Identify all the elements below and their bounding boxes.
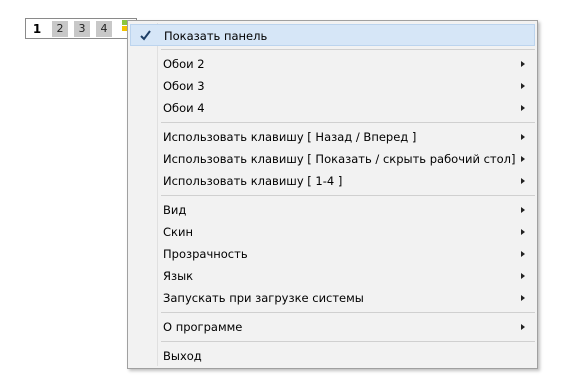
menu-item-transparency[interactable]: Прозрачность bbox=[130, 243, 535, 265]
menu-item-key-show-hide-desktop[interactable]: Использовать клавишу [ Показать / скрыть… bbox=[130, 148, 535, 170]
menu-item-run-at-startup[interactable]: Запускать при загрузке системы bbox=[130, 287, 535, 309]
menu-separator bbox=[161, 312, 535, 313]
menu-item-label: О программе bbox=[163, 320, 243, 334]
menu-item-label: Запускать при загрузке системы bbox=[163, 291, 364, 305]
desktop-switcher-bar: 1 2 3 4 bbox=[25, 18, 137, 39]
desktop-1-button[interactable]: 1 bbox=[29, 21, 45, 37]
menu-item-label: Показать панель bbox=[164, 29, 268, 43]
menu-item-label: Обои 2 bbox=[163, 57, 205, 71]
menu-item-key-back-forward[interactable]: Использовать клавишу [ Назад / Вперед ] bbox=[130, 126, 535, 148]
menu-separator bbox=[161, 341, 535, 342]
menu-item-view[interactable]: Вид bbox=[130, 199, 535, 221]
menu-item-label: Обои 4 bbox=[163, 101, 205, 115]
menu-item-label: Использовать клавишу [ Показать / скрыть… bbox=[163, 152, 516, 166]
submenu-arrow-icon bbox=[521, 105, 525, 111]
menu-item-wallpaper-3[interactable]: Обои 3 bbox=[130, 75, 535, 97]
menu-item-skin[interactable]: Скин bbox=[130, 221, 535, 243]
menu-item-label: Язык bbox=[163, 269, 194, 283]
menu-item-show-panel[interactable]: Показать панель bbox=[130, 24, 535, 46]
desktop-4-button[interactable]: 4 bbox=[96, 21, 112, 37]
submenu-arrow-icon bbox=[521, 178, 525, 184]
submenu-arrow-icon bbox=[521, 273, 525, 279]
menu-item-label: Использовать клавишу [ 1-4 ] bbox=[163, 174, 343, 188]
desktop-3-button[interactable]: 3 bbox=[74, 21, 90, 37]
menu-item-key-1-4[interactable]: Использовать клавишу [ 1-4 ] bbox=[130, 170, 535, 192]
menu-item-label: Использовать клавишу [ Назад / Вперед ] bbox=[163, 130, 417, 144]
menu-item-language[interactable]: Язык bbox=[130, 265, 535, 287]
menu-item-label: Скин bbox=[163, 225, 193, 239]
menu-item-label: Выход bbox=[163, 349, 202, 363]
submenu-arrow-icon bbox=[521, 251, 525, 257]
submenu-arrow-icon bbox=[521, 324, 525, 330]
checkmark-icon bbox=[140, 30, 151, 41]
submenu-arrow-icon bbox=[521, 207, 525, 213]
submenu-arrow-icon bbox=[521, 134, 525, 140]
menu-item-exit[interactable]: Выход bbox=[130, 345, 535, 367]
context-menu: Показать панель Обои 2 Обои 3 Обои 4 Исп… bbox=[127, 20, 538, 369]
menu-separator bbox=[161, 122, 535, 123]
menu-separator bbox=[161, 195, 535, 196]
submenu-arrow-icon bbox=[521, 83, 525, 89]
menu-item-label: Прозрачность bbox=[163, 247, 248, 261]
menu-item-about[interactable]: О программе bbox=[130, 316, 535, 338]
menu-item-label: Вид bbox=[163, 203, 187, 217]
menu-item-wallpaper-4[interactable]: Обои 4 bbox=[130, 97, 535, 119]
menu-separator bbox=[161, 49, 535, 50]
submenu-arrow-icon bbox=[521, 295, 525, 301]
submenu-arrow-icon bbox=[521, 156, 525, 162]
menu-item-label: Обои 3 bbox=[163, 79, 205, 93]
submenu-arrow-icon bbox=[521, 229, 525, 235]
submenu-arrow-icon bbox=[521, 61, 525, 67]
desktop-2-button[interactable]: 2 bbox=[52, 21, 68, 37]
menu-item-wallpaper-2[interactable]: Обои 2 bbox=[130, 53, 535, 75]
